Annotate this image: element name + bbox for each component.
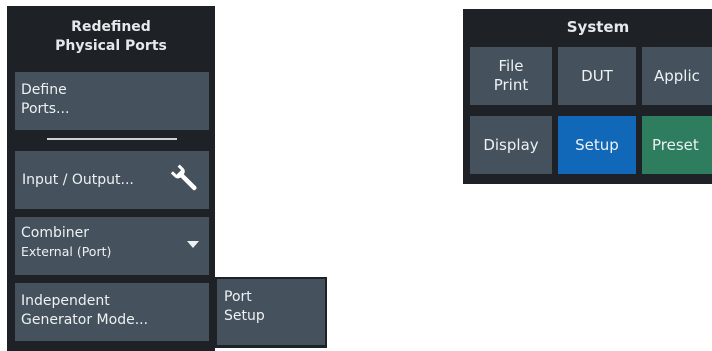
panel-title-line1: Redefined [71,19,151,35]
display-label: Display [483,135,539,154]
define-ports-button[interactable]: Define Ports... [15,72,209,130]
define-ports-label-line1: Define [21,82,67,98]
input-output-button[interactable]: Input / Output... [15,151,209,209]
dut-label: DUT [581,66,613,85]
combiner-dropdown[interactable]: Combiner External (Port) [15,217,209,275]
preset-button[interactable]: Preset [642,116,712,174]
input-output-label: Input / Output... [22,172,134,188]
panel-title: Redefined Physical Ports [7,18,215,56]
independent-generator-mode-button[interactable]: Independent Generator Mode... [15,283,209,341]
file-print-label-line2: Print [493,76,529,94]
system-panel-title: System [566,18,630,36]
screen: Redefined Physical Ports Define Ports...… [0,0,712,351]
dropdown-caret-icon [187,241,199,248]
combiner-value: External (Port) [21,244,112,259]
port-setup-button[interactable]: Port Setup [217,279,325,345]
panel-title-line2: Physical Ports [55,38,167,54]
setup-button[interactable]: Setup [558,116,636,174]
define-ports-label-line2: Ports... [21,101,70,117]
port-setup-label-line1: Port [224,289,252,305]
file-print-label-line1: File [498,57,524,75]
combiner-label: Combiner [21,225,89,241]
independent-generator-label-line1: Independent [21,293,110,309]
system-panel: System File Print DUT Applic Display Set… [463,9,712,184]
preset-label: Preset [652,135,699,154]
dut-button[interactable]: DUT [558,47,636,105]
wrench-icon [170,164,197,191]
applic-button[interactable]: Applic [642,47,712,105]
separator [47,138,177,140]
applic-label: Applic [654,66,700,85]
setup-label: Setup [575,135,619,154]
display-button[interactable]: Display [470,116,552,174]
file-print-button[interactable]: File Print [470,47,552,105]
independent-generator-label-line2: Generator Mode... [21,312,149,328]
softkey-panel: Redefined Physical Ports Define Ports...… [7,6,215,351]
port-setup-label-line2: Setup [224,308,265,324]
port-setup-panel: Port Setup [215,277,327,348]
